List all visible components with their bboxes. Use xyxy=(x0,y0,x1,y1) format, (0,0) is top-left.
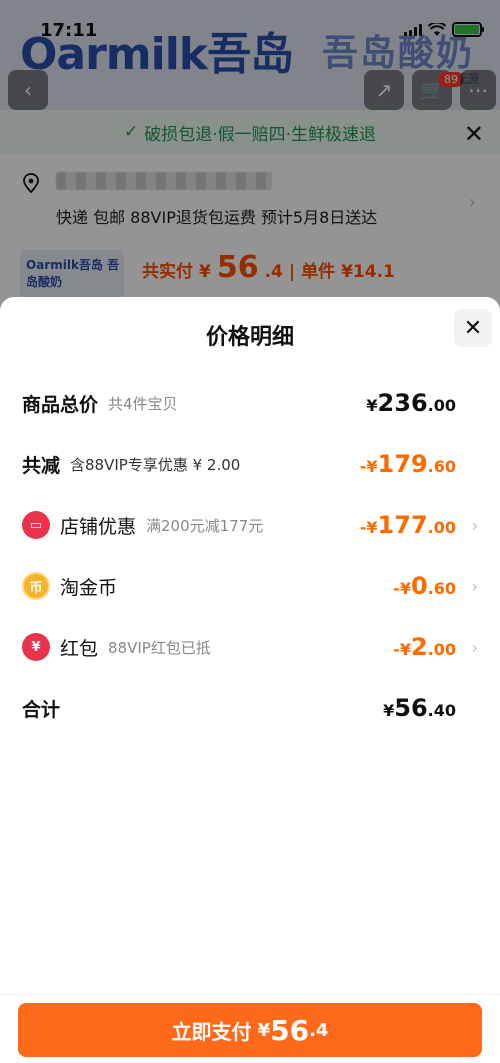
price-row-taojinbi[interactable]: 币 淘金币 -¥ 0.60 › xyxy=(22,566,478,606)
price-row-grand-total: 合计 ¥56.40 › xyxy=(22,688,478,728)
pay-button-currency: ¥ xyxy=(257,1019,271,1041)
store-icon: ▭ xyxy=(22,511,50,539)
price-row-store-discount[interactable]: ▭ 店铺优惠 满200元减177元 -¥ 177.00 › xyxy=(22,505,478,545)
modal-title: 价格明细 xyxy=(205,325,294,350)
row-label: 淘金币 xyxy=(60,576,118,599)
pay-now-button[interactable]: 立即支付 ¥ 56 .4 xyxy=(18,1003,482,1057)
row-label: 红包 xyxy=(60,637,99,660)
pay-button-int: 56 xyxy=(270,1013,310,1047)
chevron-right-icon: › xyxy=(471,515,478,535)
chevron-right-icon: › xyxy=(471,576,478,596)
row-sub: 含88VIP专享优惠 ¥ 2.00 xyxy=(70,455,241,474)
price-row-red-packet[interactable]: ¥ 红包 88VIP红包已抵 -¥ 2.00 › xyxy=(22,627,478,667)
row-amount: ¥236.00 xyxy=(366,389,456,417)
row-sub: 共4件宝贝 xyxy=(108,394,178,413)
pay-button-label: 立即支付 xyxy=(171,1019,252,1044)
row-amount: -¥ 2.00 xyxy=(393,633,456,661)
row-label: 店铺优惠 xyxy=(60,515,137,538)
red-packet-icon: ¥ xyxy=(22,633,50,661)
footer-bar: 立即支付 ¥ 56 .4 xyxy=(0,994,500,1063)
row-sub: 满200元减177元 xyxy=(146,516,264,535)
pay-button-dec: .4 xyxy=(309,1019,329,1041)
row-amount: ¥56.40 xyxy=(383,694,456,722)
row-amount: -¥ 177.00 xyxy=(359,511,456,539)
coin-icon: 币 xyxy=(22,572,50,600)
row-sub: 88VIP红包已抵 xyxy=(108,638,211,657)
row-amount: -¥ 179.60 xyxy=(359,450,456,478)
row-label: 合计 xyxy=(22,698,61,721)
price-detail-modal: 价格明细 ✕ 商品总价 共4件宝贝 ¥236.00 › 共减 含88VIP专享优… xyxy=(0,297,500,1063)
price-row-discount-total: 共减 含88VIP专享优惠 ¥ 2.00 -¥179.60 › xyxy=(22,444,478,484)
row-label: 商品总价 xyxy=(22,393,99,416)
close-icon: ✕ xyxy=(463,315,483,341)
row-label: 共减 xyxy=(22,454,61,477)
close-button[interactable]: ✕ xyxy=(454,309,492,347)
row-amount: -¥ 0.60 xyxy=(393,572,456,600)
chevron-right-icon: › xyxy=(471,637,478,657)
price-row-total: 商品总价 共4件宝贝 ¥236.00 › xyxy=(22,383,478,423)
